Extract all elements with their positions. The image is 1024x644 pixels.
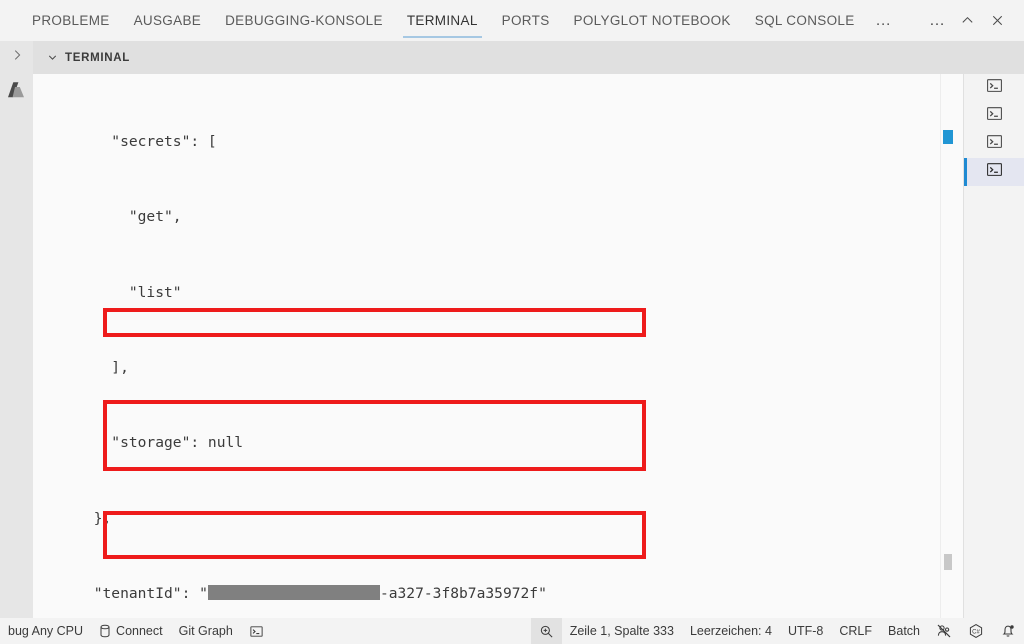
terminal-text: "secrets": [ "get", "list" ], "storage":… bbox=[33, 79, 963, 618]
tab-ports[interactable]: PORTS bbox=[490, 0, 562, 41]
vscode-panel-window: PROBLEME AUSGABE DEBUGGING-KONSOLE TERMI… bbox=[0, 0, 1024, 644]
panel-close-button[interactable] bbox=[982, 6, 1012, 36]
panel-actions: … bbox=[922, 0, 1024, 41]
zoom-in-icon bbox=[539, 624, 554, 639]
ellipsis-icon: … bbox=[875, 11, 893, 29]
status-debug-config-label: bug Any CPU bbox=[8, 624, 84, 638]
svg-text:C#: C# bbox=[972, 629, 980, 635]
tab-polyglot-notebook[interactable]: POLYGLOT NOTEBOOK bbox=[562, 0, 743, 41]
status-csharp-button[interactable]: C# bbox=[960, 618, 992, 644]
tab-label: AUSGABE bbox=[133, 13, 202, 28]
scrollbar-thumb[interactable] bbox=[944, 554, 952, 570]
redacted-line-prefix: "tenantId": " bbox=[41, 584, 208, 602]
terminal-line-redacted: "tenantId": " -a327-3f8b7a35972f" bbox=[41, 581, 963, 606]
status-notifications-button[interactable] bbox=[992, 618, 1024, 644]
status-debug-config[interactable]: bug Any CPU bbox=[0, 618, 91, 644]
tab-debugging-konsole[interactable]: DEBUGGING-KONSOLE bbox=[213, 0, 395, 41]
status-encoding-label: UTF-8 bbox=[787, 624, 824, 638]
tab-probleme[interactable]: PROBLEME bbox=[20, 0, 122, 41]
terminal-line: "list" bbox=[41, 283, 182, 301]
status-zoom-button[interactable] bbox=[530, 618, 562, 644]
chevron-up-icon bbox=[960, 13, 975, 28]
terminal-line: "secrets": [ bbox=[41, 133, 217, 151]
status-cursor-position[interactable]: Zeile 1, Spalte 333 bbox=[562, 618, 682, 644]
terminal-scrollbar[interactable] bbox=[940, 74, 954, 618]
status-connect-label: Connect bbox=[116, 624, 163, 638]
panel-tabs: PROBLEME AUSGABE DEBUGGING-KONSOLE TERMI… bbox=[0, 0, 901, 41]
terminal-instance-1[interactable] bbox=[964, 74, 1024, 102]
tab-label: PROBLEME bbox=[32, 13, 110, 28]
tab-label: SQL CONSOLE bbox=[754, 13, 855, 28]
csharp-icon: C# bbox=[968, 623, 984, 639]
terminal-icon bbox=[986, 105, 1003, 127]
database-icon bbox=[99, 624, 111, 638]
terminal-icon bbox=[986, 77, 1003, 99]
terminal-icon bbox=[249, 624, 264, 639]
tab-label: PORTS bbox=[501, 13, 550, 28]
status-connect[interactable]: Connect bbox=[91, 618, 171, 644]
terminal-icon bbox=[986, 161, 1003, 183]
terminal-output-area[interactable]: "secrets": [ "get", "list" ], "storage":… bbox=[33, 74, 963, 618]
status-git-graph-label: Git Graph bbox=[178, 624, 233, 638]
terminal-section-header[interactable]: TERMINAL bbox=[33, 41, 1024, 74]
status-cursor-position-label: Zeile 1, Spalte 333 bbox=[569, 624, 674, 638]
liveshare-disabled-icon bbox=[936, 623, 952, 639]
terminal-line: ], bbox=[41, 359, 129, 377]
tab-label: POLYGLOT NOTEBOOK bbox=[573, 13, 731, 28]
terminal-section-bar: TERMINAL bbox=[0, 41, 1024, 74]
tab-label: TERMINAL bbox=[406, 13, 478, 28]
status-eol-label: CRLF bbox=[839, 624, 873, 638]
status-indentation-label: Leerzeichen: 4 bbox=[689, 624, 772, 638]
status-indentation[interactable]: Leerzeichen: 4 bbox=[682, 618, 780, 644]
terminal-instance-2[interactable] bbox=[964, 102, 1024, 130]
tab-label: DEBUGGING-KONSOLE bbox=[225, 13, 383, 28]
status-bar: bug Any CPU Connect Git Graph Zeile 1, S… bbox=[0, 618, 1024, 644]
tab-overflow-button[interactable]: … bbox=[867, 0, 901, 41]
tab-ausgabe[interactable]: AUSGABE bbox=[122, 0, 214, 41]
status-terminal-button[interactable] bbox=[241, 618, 272, 644]
status-encoding[interactable]: UTF-8 bbox=[780, 618, 831, 644]
chevron-down-icon[interactable] bbox=[41, 47, 63, 69]
tab-terminal[interactable]: TERMINAL bbox=[395, 0, 490, 41]
azure-icon[interactable] bbox=[6, 80, 26, 100]
panel-more-actions-button[interactable]: … bbox=[922, 6, 952, 36]
expand-sidebar-button[interactable] bbox=[0, 41, 33, 74]
status-eol[interactable]: CRLF bbox=[831, 618, 880, 644]
terminal-icon bbox=[986, 133, 1003, 155]
terminal-line: }, bbox=[41, 509, 112, 527]
ellipsis-icon: … bbox=[929, 11, 945, 29]
redacted-line-suffix: -a327-3f8b7a35972f" bbox=[379, 584, 547, 602]
redaction-bar bbox=[207, 584, 380, 600]
bell-icon bbox=[1000, 623, 1016, 639]
terminal-instance-list bbox=[963, 74, 1024, 618]
panel-maximize-button[interactable] bbox=[952, 6, 982, 36]
panel-tab-bar: PROBLEME AUSGABE DEBUGGING-KONSOLE TERMI… bbox=[0, 0, 1024, 41]
overview-ruler-marker bbox=[943, 130, 953, 144]
panel-left-strip bbox=[0, 74, 33, 618]
terminal-line: "get", bbox=[41, 208, 182, 226]
terminal-instance-3[interactable] bbox=[964, 130, 1024, 158]
terminal-instance-4[interactable] bbox=[964, 158, 1024, 186]
terminal-line: "storage": null bbox=[41, 434, 244, 452]
close-icon bbox=[990, 13, 1005, 28]
status-language-mode-label: Batch bbox=[888, 624, 920, 638]
tab-sql-console[interactable]: SQL CONSOLE bbox=[743, 0, 867, 41]
status-liveshare-button[interactable] bbox=[928, 618, 960, 644]
status-git-graph[interactable]: Git Graph bbox=[171, 618, 241, 644]
status-language-mode[interactable]: Batch bbox=[880, 618, 928, 644]
terminal-section-title: TERMINAL bbox=[65, 51, 131, 64]
chevron-right-icon bbox=[10, 48, 24, 67]
